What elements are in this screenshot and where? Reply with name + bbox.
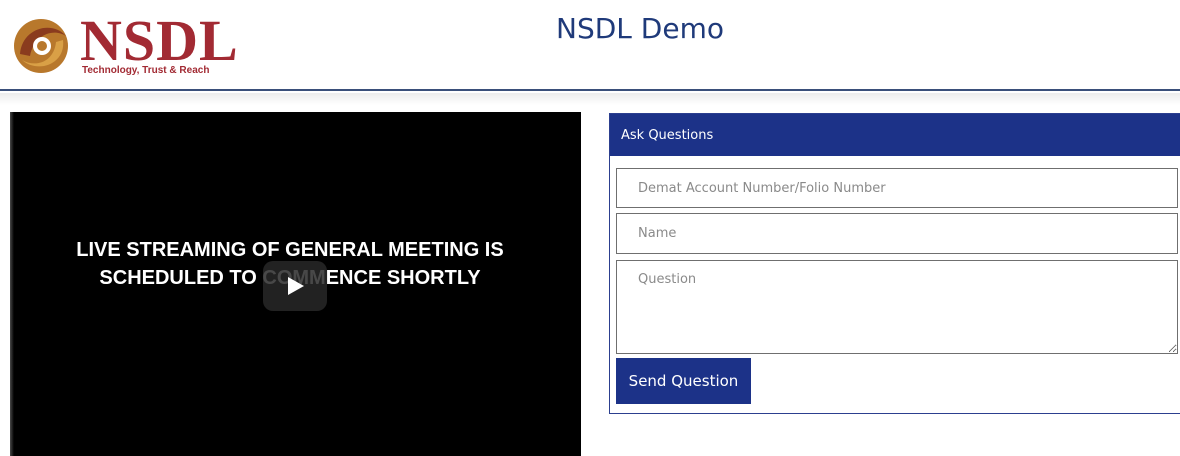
page-title: NSDL Demo: [556, 12, 724, 45]
question-textarea[interactable]: [616, 260, 1178, 354]
panel-title: Ask Questions: [610, 114, 1180, 156]
nsdl-logo[interactable]: NSDL Technology, Trust & Reach: [8, 8, 238, 80]
page-header: NSDL Technology, Trust & Reach NSDL Demo: [0, 0, 1180, 91]
name-input[interactable]: [616, 213, 1178, 254]
play-icon: [288, 277, 304, 295]
send-question-button[interactable]: Send Question: [616, 358, 751, 404]
logo-mark-icon: [14, 19, 68, 73]
video-player[interactable]: LIVE STREAMING OF GENERAL MEETING IS SCH…: [10, 112, 581, 456]
logo-tagline: Technology, Trust & Reach: [82, 65, 210, 76]
ask-questions-panel: Ask Questions Send Question: [609, 113, 1180, 414]
header-divider: [0, 93, 1180, 105]
demat-account-input[interactable]: [616, 168, 1178, 208]
play-button[interactable]: [263, 261, 327, 311]
video-edge-fade: [0, 112, 14, 456]
